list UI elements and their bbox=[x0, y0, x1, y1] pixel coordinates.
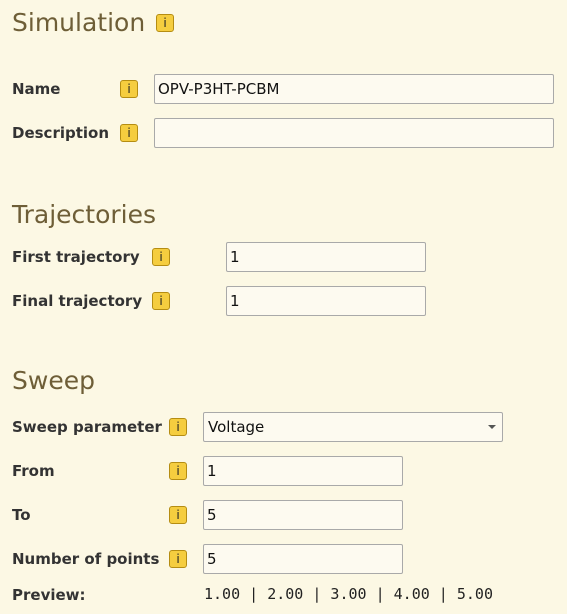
preview-label: Preview: bbox=[12, 586, 86, 604]
description-label: Description bbox=[12, 124, 110, 142]
sweep-parameter-label: Sweep parameter bbox=[12, 418, 162, 436]
first-trajectory-label: First trajectory bbox=[12, 248, 140, 266]
sweep-parameter-info-icon[interactable]: i bbox=[169, 418, 187, 436]
from-input[interactable] bbox=[203, 456, 403, 486]
to-label: To bbox=[12, 506, 31, 524]
first-trajectory-info-icon[interactable]: i bbox=[152, 248, 170, 266]
name-input[interactable] bbox=[154, 74, 554, 104]
to-info-icon[interactable]: i bbox=[169, 506, 187, 524]
to-input[interactable] bbox=[203, 500, 403, 530]
from-info-icon[interactable]: i bbox=[169, 462, 187, 480]
number-of-points-info-icon[interactable]: i bbox=[169, 550, 187, 568]
from-label: From bbox=[12, 462, 55, 480]
name-info-icon[interactable]: i bbox=[120, 80, 138, 98]
simulation-section-title: Simulation bbox=[12, 8, 146, 37]
sweep-parameter-selected-value: Voltage bbox=[208, 418, 265, 436]
number-of-points-input[interactable] bbox=[203, 544, 403, 574]
final-trajectory-label: Final trajectory bbox=[12, 292, 143, 310]
description-input[interactable] bbox=[154, 118, 554, 148]
number-of-points-label: Number of points bbox=[12, 550, 160, 568]
preview-values: 1.00 | 2.00 | 3.00 | 4.00 | 5.00 bbox=[204, 585, 493, 603]
final-trajectory-input[interactable] bbox=[226, 286, 426, 316]
simulation-info-icon[interactable]: i bbox=[156, 14, 174, 32]
description-info-icon[interactable]: i bbox=[120, 124, 138, 142]
first-trajectory-input[interactable] bbox=[226, 242, 426, 272]
chevron-down-icon bbox=[488, 425, 496, 429]
sweep-section-title: Sweep bbox=[12, 366, 95, 395]
final-trajectory-info-icon[interactable]: i bbox=[152, 292, 170, 310]
sweep-parameter-select[interactable]: Voltage bbox=[203, 412, 503, 442]
name-label: Name bbox=[12, 80, 61, 98]
trajectories-section-title: Trajectories bbox=[12, 200, 156, 229]
